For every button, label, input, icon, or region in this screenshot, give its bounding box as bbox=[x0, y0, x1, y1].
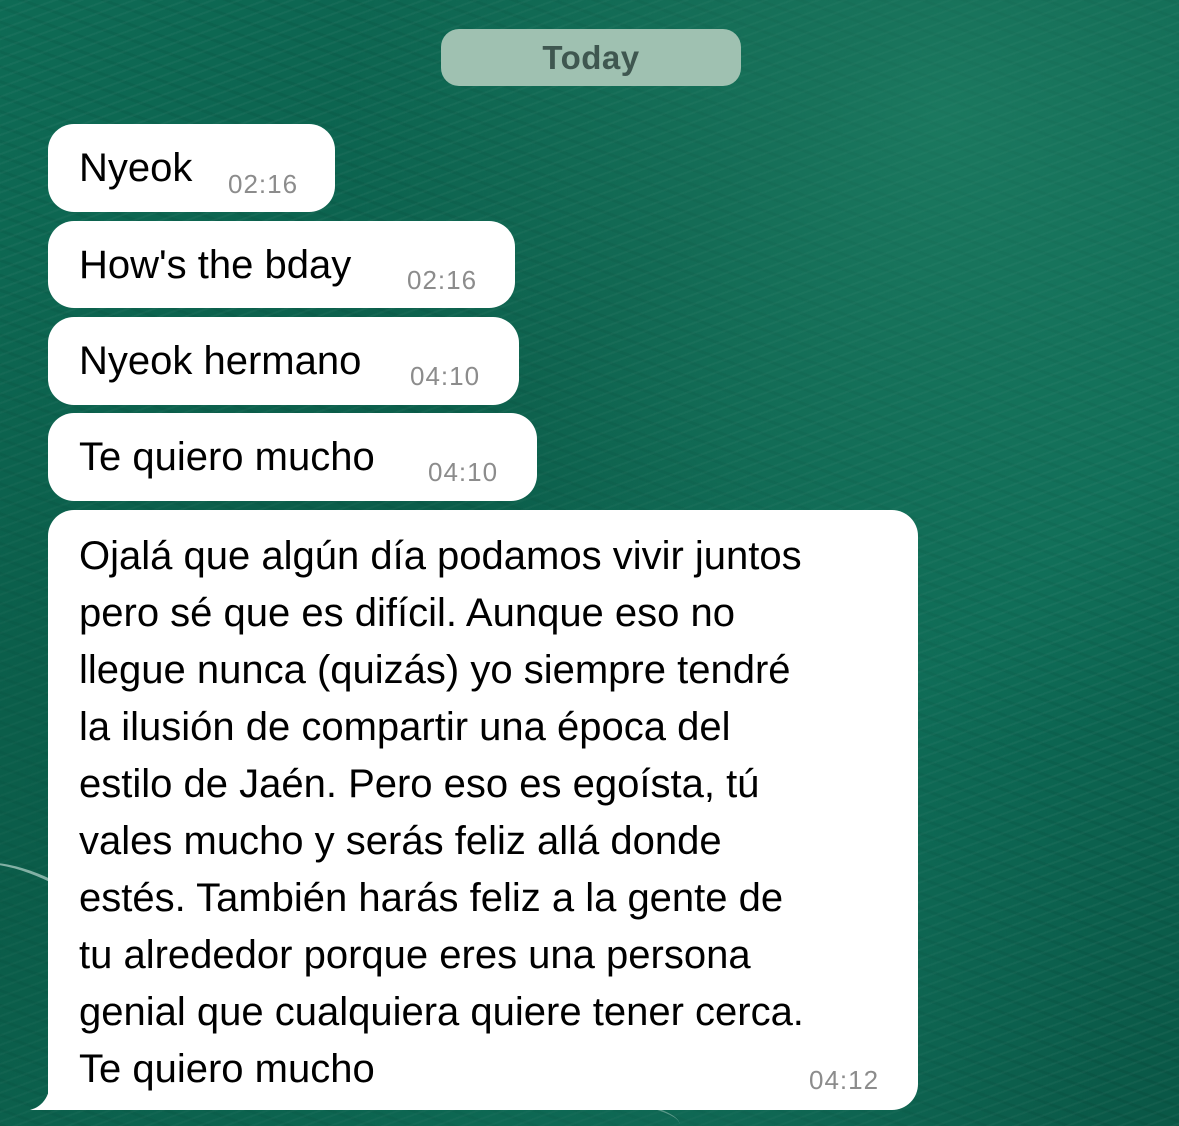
message-line: Ojalá que algún día podamos vivir juntos bbox=[79, 534, 802, 578]
message-bubble[interactable]: Nyeok hermano 04:10 bbox=[48, 317, 519, 405]
message-line: estilo de Jaén. Pero eso es egoísta, tú bbox=[79, 762, 760, 806]
message-line: estés. También harás feliz a la gente de bbox=[79, 876, 784, 920]
message-timestamp: 02:16 bbox=[407, 265, 478, 295]
message-line: la ilusión de compartir una época del bbox=[79, 705, 731, 749]
message-line: llegue nunca (quizás) yo siempre tendré bbox=[79, 648, 791, 692]
message-line: pero sé que es difícil. Aunque eso no bbox=[79, 591, 736, 635]
message-bubble[interactable]: Ojalá que algún día podamos vivir juntos… bbox=[48, 510, 918, 1110]
message-timestamp: 04:10 bbox=[410, 361, 481, 391]
message-line: vales mucho y serás feliz allá donde bbox=[79, 819, 722, 863]
message-bubble[interactable]: How's the bday 02:16 bbox=[48, 221, 515, 308]
message-line: genial que cualquiera quiere tener cerca… bbox=[79, 990, 804, 1034]
message-line: tu alrededor porque eres una persona bbox=[79, 933, 751, 977]
message-bubble[interactable]: Te quiero mucho 04:10 bbox=[48, 413, 537, 501]
message-timestamp: 04:12 bbox=[809, 1065, 880, 1095]
message-text: Nyeok bbox=[79, 146, 193, 190]
message-text: How's the bday bbox=[79, 243, 352, 287]
date-separator: Today bbox=[441, 29, 741, 86]
message-line: Te quiero mucho bbox=[79, 1047, 375, 1091]
message-bubble[interactable]: Nyeok 02:16 bbox=[48, 124, 335, 212]
message-timestamp: 02:16 bbox=[228, 169, 299, 199]
message-timestamp: 04:10 bbox=[428, 457, 499, 487]
message-text: Te quiero mucho bbox=[79, 435, 375, 479]
message-text: Ojalá que algún día podamos vivir juntos… bbox=[79, 528, 879, 1098]
message-text: Nyeok hermano bbox=[79, 339, 362, 383]
